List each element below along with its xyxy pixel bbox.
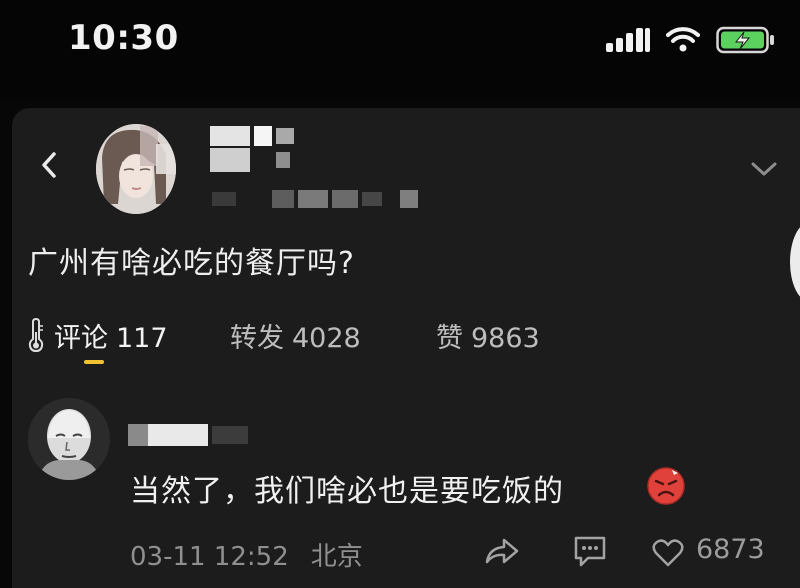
wifi-icon	[666, 27, 700, 52]
tab-likes[interactable]: 赞 9863	[436, 316, 540, 355]
commenter-name-blurred[interactable]	[128, 424, 252, 446]
comment-text: 当然了，我们啥必也是要吃饭的	[130, 474, 564, 509]
comment-like-count: 6873	[696, 534, 765, 565]
reposts-label: 转发	[230, 323, 284, 354]
comment-location: 北京	[310, 542, 363, 572]
signal-icon	[606, 28, 650, 52]
angry-emoji-icon	[647, 467, 685, 505]
comment-date: 03-11 12:52	[130, 542, 289, 572]
reposts-count: 4028	[292, 323, 361, 354]
back-icon[interactable]	[36, 148, 64, 182]
commenter-avatar[interactable]	[28, 398, 110, 480]
battery-charging-icon	[716, 26, 774, 54]
author-name-blurred	[210, 126, 294, 174]
thermometer-icon	[28, 318, 44, 352]
comments-count: 117	[116, 323, 168, 354]
status-time: 10:30	[68, 18, 179, 58]
heart-icon[interactable]	[652, 538, 684, 568]
tab-comments[interactable]: 评论 117	[54, 316, 168, 355]
active-tab-indicator	[84, 360, 104, 364]
comment-meta: 03-11 12:52 北京	[130, 536, 363, 573]
author-avatar[interactable]	[96, 124, 176, 214]
comments-label: 评论	[54, 323, 108, 354]
chevron-down-icon[interactable]	[748, 158, 780, 180]
likes-count: 9863	[471, 323, 540, 354]
likes-label: 赞	[436, 323, 463, 354]
post-title: 广州有啥必吃的餐厅吗?	[28, 246, 355, 281]
author-meta-blurred	[212, 188, 422, 210]
reply-icon[interactable]	[572, 534, 608, 568]
tab-reposts[interactable]: 转发 4028	[230, 316, 361, 355]
share-icon[interactable]	[484, 536, 520, 566]
